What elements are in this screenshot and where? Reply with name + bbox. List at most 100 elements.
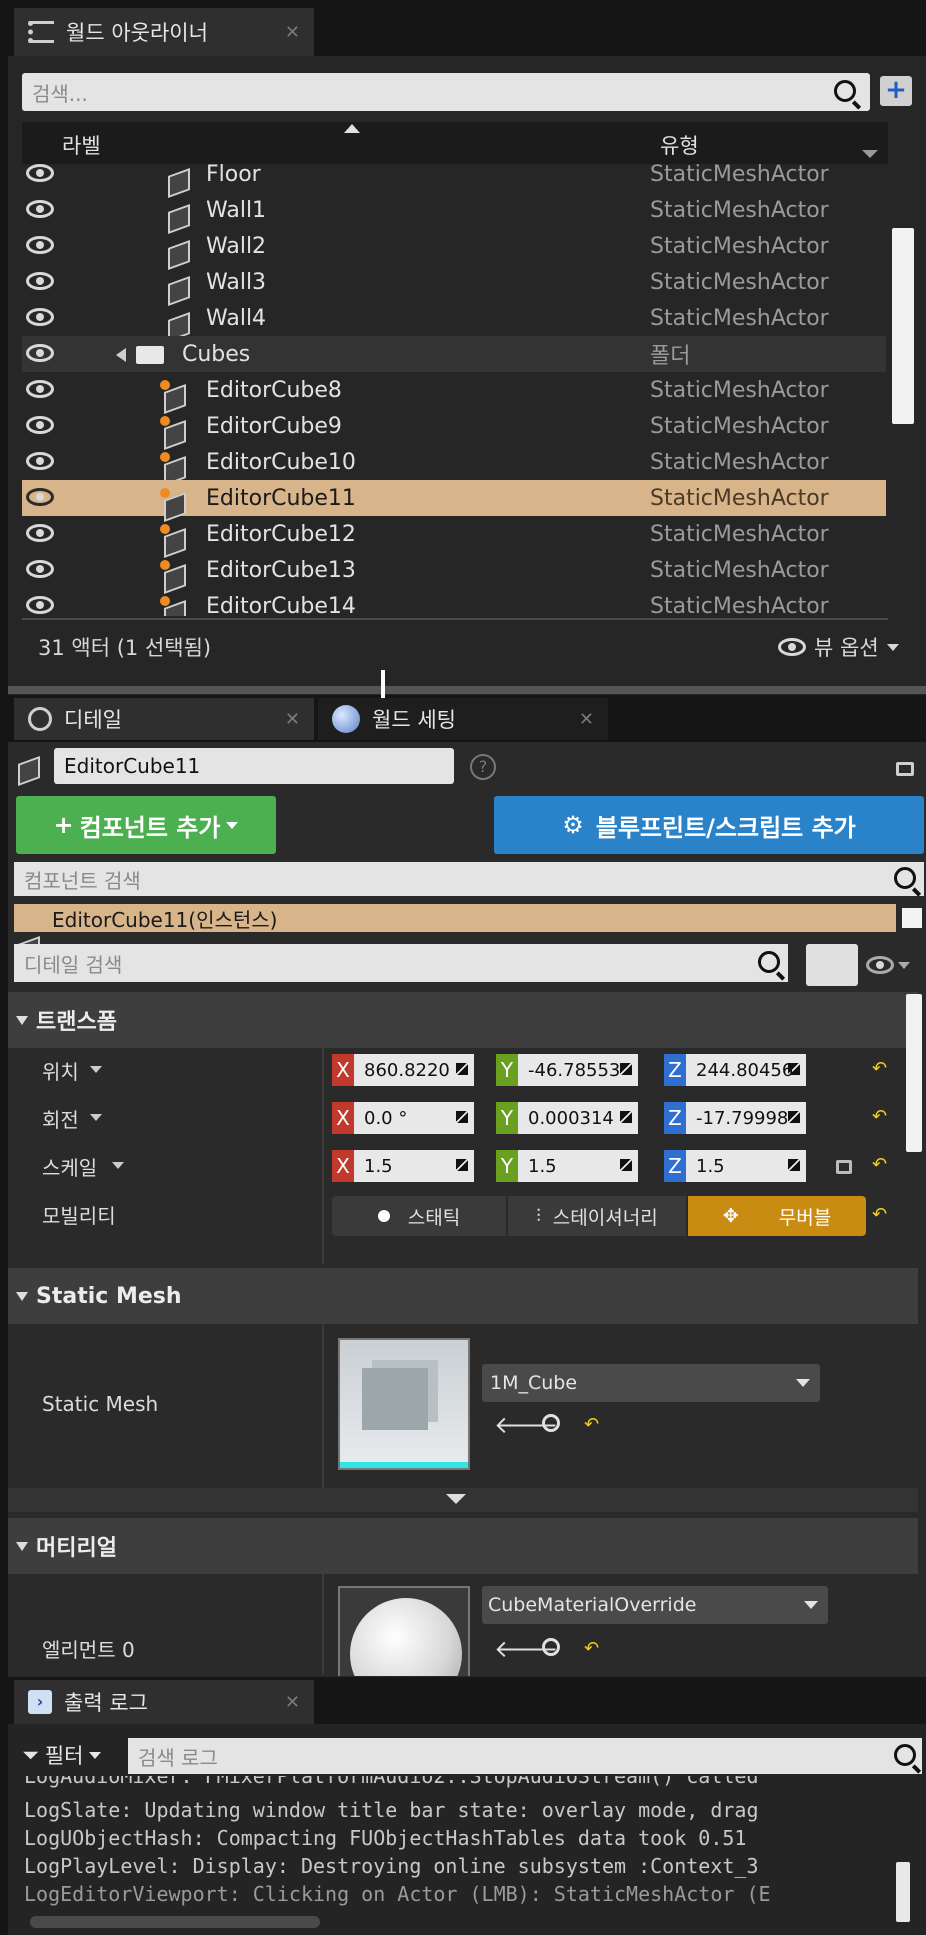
list-item[interactable]: Floor StaticMeshActor	[22, 164, 886, 192]
log-horizontal-scrollbar[interactable]	[30, 1916, 320, 1928]
column-splitter[interactable]	[322, 1048, 324, 1264]
reset-icon[interactable]: ↶	[584, 1638, 599, 1659]
column-type-header[interactable]: 유형	[660, 130, 699, 160]
add-component-button[interactable]: + 컴포넌트 추가	[16, 796, 276, 854]
close-icon[interactable]: ✕	[579, 709, 594, 730]
materials-section-header[interactable]: 머티리얼	[8, 1518, 918, 1574]
material-dropdown[interactable]: CubeMaterialOverride	[482, 1586, 828, 1624]
eye-icon[interactable]	[26, 452, 54, 470]
transform-section-header[interactable]: 트랜스폼	[8, 992, 918, 1048]
column-splitter[interactable]	[322, 1324, 324, 1488]
splitter[interactable]	[8, 686, 926, 694]
eye-icon[interactable]	[26, 308, 54, 326]
search-icon[interactable]	[894, 1744, 916, 1766]
list-item[interactable]: EditorCube12 StaticMeshActor	[22, 516, 886, 552]
outliner-scrollbar[interactable]	[892, 228, 914, 424]
actor-name-field[interactable]: EditorCube11	[54, 748, 454, 784]
axis-z-label: Z	[664, 1054, 686, 1086]
tab-output-log[interactable]: › 출력 로그 ✕	[14, 1680, 314, 1724]
eye-view-toggle[interactable]	[866, 956, 910, 974]
editor-cube-icon	[160, 524, 186, 552]
eye-icon[interactable]	[26, 200, 54, 218]
scale-label[interactable]: 스케일	[42, 1152, 97, 1181]
mobility-static-button[interactable]: 스태틱	[332, 1196, 506, 1236]
search-icon[interactable]	[894, 867, 916, 889]
component-search-input[interactable]: 컴포넌트 검색	[14, 862, 924, 896]
component-tree-item[interactable]: EditorCube11(인스턴스)	[14, 904, 896, 932]
eye-icon[interactable]	[26, 236, 54, 254]
chevron-down-icon[interactable]	[862, 150, 878, 158]
rotation-z-field[interactable]: Z -17.79998	[664, 1102, 806, 1134]
list-item-selected[interactable]: EditorCube11 StaticMeshActor	[22, 480, 886, 516]
eye-icon[interactable]	[26, 560, 54, 578]
list-item[interactable]: Wall4 StaticMeshActor	[22, 300, 886, 336]
lock-icon[interactable]	[836, 1160, 852, 1174]
expand-down-icon[interactable]	[446, 1494, 466, 1504]
reset-icon[interactable]: ↶	[872, 1106, 887, 1127]
details-scrollbar[interactable]	[906, 994, 922, 1152]
column-splitter[interactable]	[322, 1574, 324, 1674]
rotation-x-field[interactable]: X 0.0 °	[332, 1102, 474, 1134]
eye-icon[interactable]	[26, 488, 54, 506]
help-icon[interactable]: ?	[470, 754, 496, 780]
scale-y-field[interactable]: Y 1.5	[496, 1150, 638, 1182]
eye-icon[interactable]	[26, 164, 54, 182]
static-mesh-dropdown[interactable]: 1M_Cube	[482, 1364, 820, 1402]
eye-icon[interactable]	[26, 380, 54, 398]
list-item[interactable]: Wall1 StaticMeshActor	[22, 192, 886, 228]
list-item[interactable]: EditorCube10 StaticMeshActor	[22, 444, 886, 480]
mesh-thumbnail[interactable]	[338, 1338, 470, 1470]
grid-view-icon[interactable]	[806, 944, 858, 986]
list-item[interactable]: EditorCube14 StaticMeshActor	[22, 588, 886, 616]
add-blueprint-button[interactable]: ⚙ 블루프린트/스크립트 추가	[494, 796, 924, 854]
reset-icon[interactable]: ↶	[872, 1154, 887, 1175]
expand-arrow-icon[interactable]	[116, 348, 126, 362]
tab-details[interactable]: 디테일 ✕	[14, 698, 314, 740]
location-label[interactable]: 위치	[42, 1056, 79, 1085]
search-icon[interactable]	[758, 951, 780, 973]
eye-icon[interactable]	[26, 344, 54, 362]
eye-icon[interactable]	[26, 416, 54, 434]
eye-icon[interactable]	[26, 272, 54, 290]
eye-icon[interactable]	[26, 596, 54, 614]
close-icon[interactable]: ✕	[285, 709, 300, 730]
list-item[interactable]: EditorCube9 StaticMeshActor	[22, 408, 886, 444]
outliner-search-input[interactable]: 검색...	[22, 73, 870, 111]
list-item[interactable]: Wall2 StaticMeshActor	[22, 228, 886, 264]
close-icon[interactable]: ✕	[285, 1692, 300, 1713]
tab-world-outliner[interactable]: 월드 아웃라이너 ✕	[14, 8, 314, 56]
list-item[interactable]: EditorCube8 StaticMeshActor	[22, 372, 886, 408]
list-item[interactable]: EditorCube13 StaticMeshActor	[22, 552, 886, 588]
view-options-button[interactable]: 뷰 옵션	[778, 632, 899, 662]
scale-z-field[interactable]: Z 1.5	[664, 1150, 806, 1182]
location-y-field[interactable]: Y -46.78553	[496, 1054, 638, 1086]
close-icon[interactable]: ✕	[285, 22, 300, 43]
static-mesh-section-header[interactable]: Static Mesh	[8, 1268, 918, 1324]
detail-search-input[interactable]: 디테일 검색	[14, 944, 788, 982]
reset-icon[interactable]: ↶	[584, 1414, 599, 1435]
mobility-movable-button[interactable]: ✥ 무버블	[688, 1196, 866, 1236]
tab-world-settings[interactable]: 월드 세팅 ✕	[318, 698, 608, 740]
location-z-field[interactable]: Z 244.80456	[664, 1054, 806, 1086]
eye-icon[interactable]	[26, 524, 54, 542]
filter-button[interactable]: ⏷ 필터	[22, 1740, 102, 1770]
column-label-header[interactable]: 라벨	[62, 130, 101, 160]
reset-icon[interactable]: ↶	[872, 1204, 887, 1225]
rotation-y-field[interactable]: Y 0.000314	[496, 1102, 638, 1134]
material-thumbnail[interactable]	[338, 1586, 470, 1676]
log-vertical-scrollbar[interactable]	[896, 1862, 910, 1922]
scale-x-field[interactable]: X 1.5	[332, 1150, 474, 1182]
component-checkbox[interactable]	[902, 908, 922, 928]
lock-icon[interactable]	[896, 762, 914, 776]
list-item-folder[interactable]: Cubes 폴더	[22, 336, 886, 372]
rotation-label[interactable]: 회전	[42, 1104, 79, 1133]
location-x-field[interactable]: X 860.8220	[332, 1054, 474, 1086]
mobility-stationary-button[interactable]: ⫶ 스테이셔너리	[508, 1196, 686, 1236]
list-item[interactable]: Wall3 StaticMeshActor	[22, 264, 886, 300]
log-search-input[interactable]: 검색 로그	[128, 1738, 922, 1774]
add-folder-icon[interactable]: +	[880, 76, 912, 106]
browse-icon[interactable]	[542, 1638, 560, 1656]
browse-icon[interactable]	[542, 1414, 560, 1432]
search-icon[interactable]	[834, 80, 856, 102]
reset-icon[interactable]: ↶	[872, 1058, 887, 1079]
